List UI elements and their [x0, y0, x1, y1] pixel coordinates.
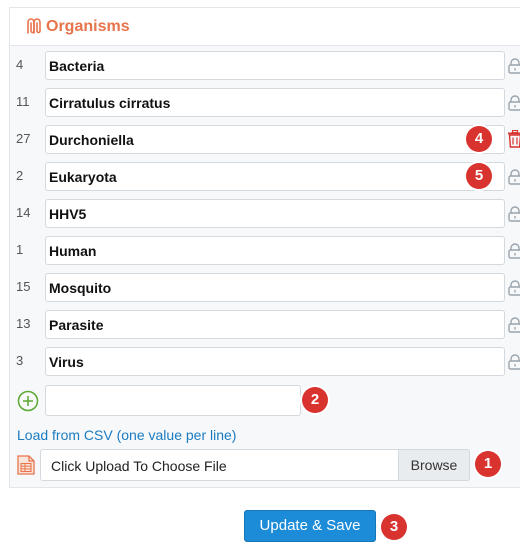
callout-badge-2: 2: [302, 387, 328, 413]
organism-row: 27 Durchoniella: [10, 121, 520, 158]
plus-circle-icon[interactable]: [17, 390, 39, 412]
organism-count: 27: [16, 131, 31, 146]
organisms-panel: Organisms 4 Bacteria 11 Cirratulus cirra…: [9, 7, 520, 488]
lock-icon[interactable]: [507, 58, 520, 74]
lock-icon[interactable]: [507, 95, 520, 111]
organism-count: 14: [16, 205, 31, 220]
organism-row: 11 Cirratulus cirratus: [10, 84, 520, 121]
callout-badge-3: 3: [381, 514, 407, 540]
csv-upload-row: Click Upload To Choose File Browse: [10, 447, 520, 481]
lock-icon[interactable]: [507, 169, 520, 185]
organism-name-field[interactable]: Mosquito: [45, 273, 505, 302]
organism-count: 3: [16, 353, 24, 368]
organism-row: 2 Eukaryota: [10, 158, 520, 195]
organism-count: 1: [16, 242, 24, 257]
load-from-csv-link[interactable]: Load from CSV (one value per line): [17, 427, 236, 443]
organism-row: 13 Parasite: [10, 306, 520, 343]
organism-count: 2: [16, 168, 24, 183]
browse-button[interactable]: Browse: [398, 449, 470, 481]
trash-icon[interactable]: [507, 130, 520, 148]
add-organism-row: [10, 381, 520, 421]
csv-file-icon: [17, 455, 35, 475]
organism-name-field[interactable]: Virus: [45, 347, 505, 376]
lock-icon[interactable]: [507, 317, 520, 333]
organism-row: 3 Virus: [10, 343, 520, 380]
organism-row: 15 Mosquito: [10, 269, 520, 306]
update-save-button[interactable]: Update & Save: [244, 510, 376, 542]
organism-name-field[interactable]: Cirratulus cirratus: [45, 88, 505, 117]
organism-count: 15: [16, 279, 31, 294]
organism-count: 4: [16, 57, 24, 72]
organism-name-field[interactable]: Parasite: [45, 310, 505, 339]
organism-row: 1 Human: [10, 232, 520, 269]
callout-badge-4: 4: [466, 126, 492, 152]
file-upload-field[interactable]: Click Upload To Choose File Browse: [40, 449, 470, 481]
lock-icon[interactable]: [507, 206, 520, 222]
organism-name-field[interactable]: Human: [45, 236, 505, 265]
organism-name-field[interactable]: Durchoniella: [45, 125, 505, 154]
lock-icon[interactable]: [507, 243, 520, 259]
organism-row: 14 HHV5: [10, 195, 520, 232]
panel-header: Organisms: [10, 8, 520, 46]
panel-title: Organisms: [46, 18, 130, 35]
new-organism-input[interactable]: [45, 385, 301, 416]
file-placeholder: Click Upload To Choose File: [51, 458, 227, 474]
organism-count: 11: [16, 94, 30, 109]
lock-icon[interactable]: [507, 280, 520, 296]
organism-count: 13: [16, 316, 31, 331]
organism-name-field[interactable]: Bacteria: [45, 51, 505, 80]
lock-icon[interactable]: [507, 354, 520, 370]
organism-row: 4 Bacteria: [10, 47, 520, 84]
callout-badge-1: 1: [475, 451, 501, 477]
organism-name-field[interactable]: HHV5: [45, 199, 505, 228]
organism-name-field[interactable]: Eukaryota: [45, 162, 505, 191]
callout-badge-5: 5: [466, 163, 492, 189]
paperclip-icon: [27, 18, 41, 34]
